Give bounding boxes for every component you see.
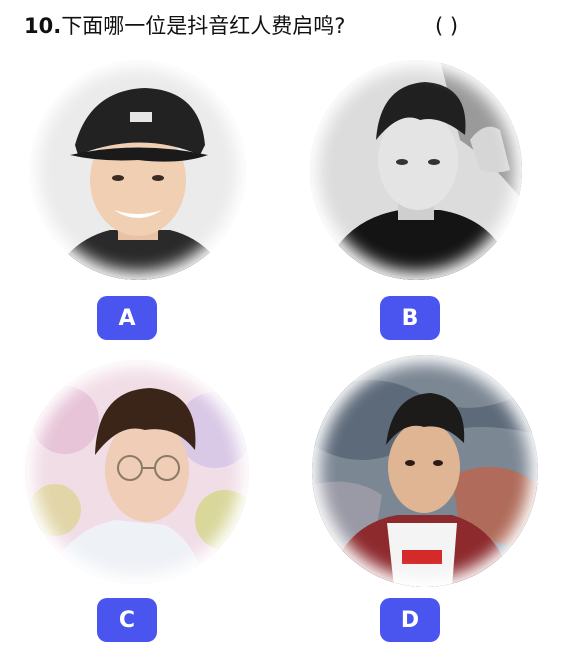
option-d-button[interactable]: D <box>380 598 440 642</box>
option-c-button[interactable]: C <box>97 598 157 642</box>
option-c-photo[interactable] <box>25 360 249 584</box>
option-b-button[interactable]: B <box>380 296 440 340</box>
option-a-button[interactable]: A <box>97 296 157 340</box>
answer-blank: ( ) <box>435 14 459 38</box>
option-a-photo[interactable] <box>30 60 246 280</box>
question-prompt: 下面哪一位是抖音红人费启鸣? <box>61 14 346 38</box>
portrait-photo-icon <box>30 60 246 280</box>
question-number: 10. <box>24 14 62 38</box>
option-d-photo[interactable] <box>312 355 538 587</box>
option-b-photo[interactable] <box>310 60 522 280</box>
portrait-photo-icon <box>310 60 522 280</box>
portrait-photo-icon <box>312 355 538 587</box>
question-text: 10.下面哪一位是抖音红人费启鸣? ( ) <box>24 10 544 42</box>
portrait-photo-icon <box>25 360 249 584</box>
